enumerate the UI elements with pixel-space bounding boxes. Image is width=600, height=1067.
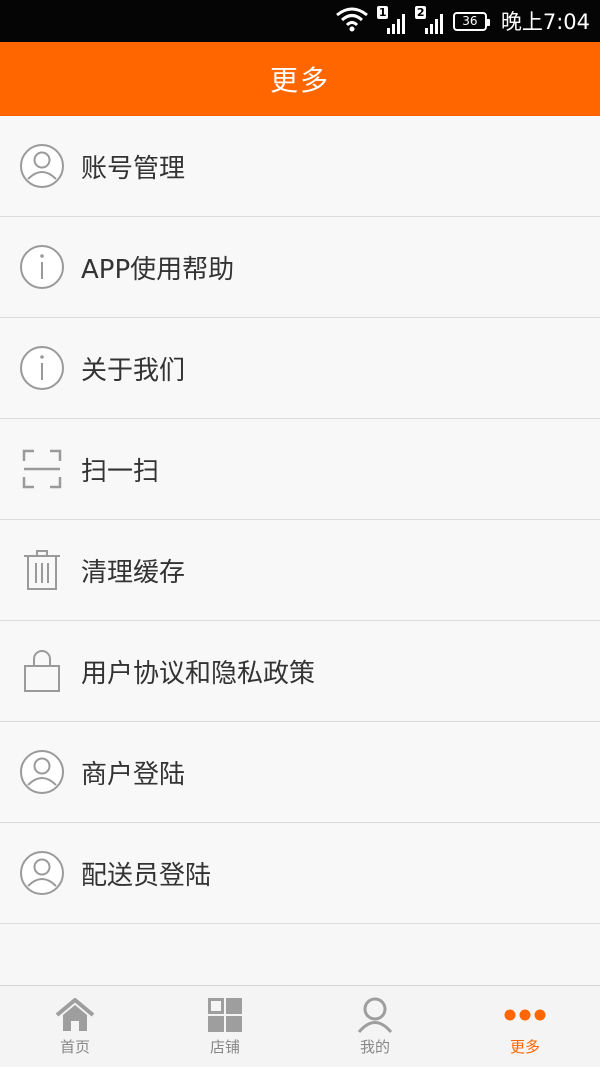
menu-item-privacy-policy[interactable]: 用户协议和隐私政策 [0, 621, 600, 722]
lock-icon [19, 648, 65, 694]
signal-sim2-icon: 2 [414, 6, 445, 36]
user-icon [19, 850, 65, 896]
menu-item-label: 配送员登陆 [81, 860, 212, 891]
battery-icon: 36 [452, 11, 490, 31]
bottom-tab-bar: 首页 店铺 我的 更多 [0, 985, 600, 1067]
settings-menu: 账号管理 APP使用帮助 关于我们 扫一扫 清理缓存 用户协议和隐私政策 商户登… [0, 116, 600, 924]
menu-item-label: 关于我们 [81, 355, 186, 386]
tab-label: 更多 [509, 1038, 540, 1056]
menu-item-label: 账号管理 [81, 153, 186, 184]
clock: 晚上7:04 [500, 10, 590, 34]
tab-home[interactable]: 首页 [0, 986, 150, 1067]
info-icon [19, 244, 65, 290]
signal-sim1-icon: 1 [376, 6, 407, 36]
trash-icon [19, 547, 65, 593]
menu-item-account[interactable]: 账号管理 [0, 116, 600, 217]
tab-store[interactable]: 店铺 [150, 986, 300, 1067]
app-header: 更多 [0, 42, 600, 116]
scan-icon [19, 446, 65, 492]
menu-item-courier-login[interactable]: 配送员登陆 [0, 823, 600, 924]
menu-item-about-us[interactable]: 关于我们 [0, 318, 600, 419]
user-icon [19, 143, 65, 189]
menu-item-label: 清理缓存 [81, 557, 186, 588]
menu-item-merchant-login[interactable]: 商户登陆 [0, 722, 600, 823]
status-bar-indicators: 1 2 36 晚上7:04 [335, 0, 590, 42]
tab-mine[interactable]: 我的 [300, 986, 450, 1067]
menu-item-label: 扫一扫 [81, 456, 160, 487]
menu-item-clear-cache[interactable]: 清理缓存 [0, 520, 600, 621]
battery-level: 36 [462, 14, 478, 28]
user-icon [19, 749, 65, 795]
menu-item-app-help[interactable]: APP使用帮助 [0, 217, 600, 318]
tab-label: 首页 [59, 1038, 90, 1056]
person-icon [357, 996, 393, 1034]
tab-more[interactable]: 更多 [450, 986, 600, 1067]
status-bar: 1 2 36 晚上7:04 [0, 0, 600, 42]
tab-label: 我的 [359, 1038, 390, 1056]
menu-item-scan[interactable]: 扫一扫 [0, 419, 600, 520]
tab-label: 店铺 [209, 1038, 240, 1056]
home-icon [55, 996, 95, 1034]
info-icon [19, 345, 65, 391]
grid-icon [208, 996, 242, 1034]
menu-item-label: 用户协议和隐私政策 [81, 658, 316, 689]
page-title: 更多 [269, 64, 330, 97]
more-dots-icon [503, 996, 547, 1034]
menu-item-label: APP使用帮助 [81, 254, 235, 285]
menu-item-label: 商户登陆 [81, 759, 186, 790]
wifi-icon [335, 6, 369, 36]
